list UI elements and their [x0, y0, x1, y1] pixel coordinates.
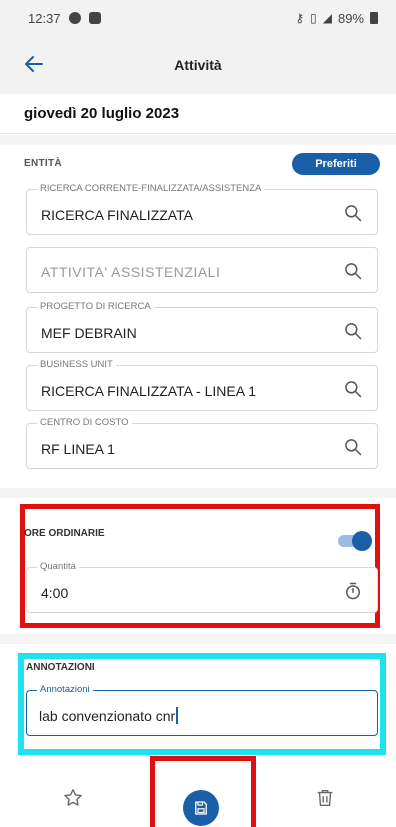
centro-costo-field[interactable]: CENTRO DI COSTO RF LINEA 1 — [26, 417, 378, 469]
date-header: giovedì 20 luglio 2023 — [0, 94, 396, 134]
save-button[interactable] — [183, 790, 219, 826]
field-value: lab convenzionato cnr — [39, 708, 176, 724]
section-divider — [0, 634, 396, 644]
field-label: BUSINESS UNIT — [37, 359, 116, 370]
field-value: RICERCA FINALIZZATA - LINEA 1 — [41, 383, 256, 399]
image-notification-icon — [88, 12, 101, 24]
battery-icon — [370, 12, 378, 24]
status-bar: 12:37 ⚷ ▯ ◢ 89% — [0, 0, 396, 36]
stopwatch-icon[interactable] — [343, 581, 363, 601]
annotazioni-section-label: ANNOTAZIONI — [26, 662, 95, 673]
star-icon[interactable] — [62, 787, 84, 809]
annotazioni-input[interactable]: Annotazioni lab convenzionato cnr — [26, 684, 378, 736]
field-label: PROGETTO DI RICERCA — [37, 301, 154, 312]
vibrate-icon: ▯ — [310, 11, 317, 25]
attivita-assistenziali-field[interactable]: ATTIVITA' ASSISTENZIALI — [26, 247, 378, 293]
field-label: Annotazioni — [37, 684, 93, 695]
field-value: RICERCA FINALIZZATA — [41, 207, 193, 223]
signal-icon: ◢ — [322, 11, 332, 25]
search-icon[interactable] — [343, 437, 363, 457]
ricerca-field[interactable]: RICERCA CORRENTE-FINALIZZATA/ASSISTENZA … — [26, 183, 378, 235]
app-bar: Attività — [0, 36, 396, 94]
text-cursor — [176, 707, 178, 724]
quantity-field[interactable]: Quantità 4:00 — [26, 561, 378, 613]
trash-icon[interactable] — [314, 787, 336, 809]
search-icon[interactable] — [343, 203, 363, 223]
business-unit-field[interactable]: BUSINESS UNIT RICERCA FINALIZZATA - LINE… — [26, 359, 378, 411]
favorites-button[interactable]: Preferiti — [292, 153, 380, 175]
field-value: RF LINEA 1 — [41, 441, 115, 457]
search-icon[interactable] — [343, 261, 363, 281]
section-divider — [0, 488, 396, 498]
progetto-ricerca-field[interactable]: PROGETTO DI RICERCA MEF DEBRAIN — [26, 301, 378, 353]
entita-section-label: ENTITÀ — [24, 158, 62, 169]
page-title: Attività — [174, 57, 222, 73]
ore-ordinarie-label: ORE ORDINARIE — [24, 528, 105, 539]
ore-ordinarie-toggle[interactable] — [338, 531, 372, 551]
field-value: 4:00 — [41, 585, 69, 601]
field-label: Quantità — [37, 561, 79, 572]
field-label: RICERCA CORRENTE-FINALIZZATA/ASSISTENZA — [37, 183, 265, 194]
field-label: CENTRO DI COSTO — [37, 417, 132, 428]
save-icon — [195, 801, 207, 815]
key-icon: ⚷ — [295, 11, 305, 25]
search-icon[interactable] — [343, 321, 363, 341]
status-time: 12:37 — [28, 10, 61, 26]
search-icon[interactable] — [343, 379, 363, 399]
field-value: MEF DEBRAIN — [41, 325, 137, 341]
battery-percent: 89% — [337, 10, 364, 26]
section-divider — [0, 135, 396, 145]
notification-icon — [68, 12, 81, 24]
field-placeholder: ATTIVITA' ASSISTENZIALI — [41, 264, 221, 280]
